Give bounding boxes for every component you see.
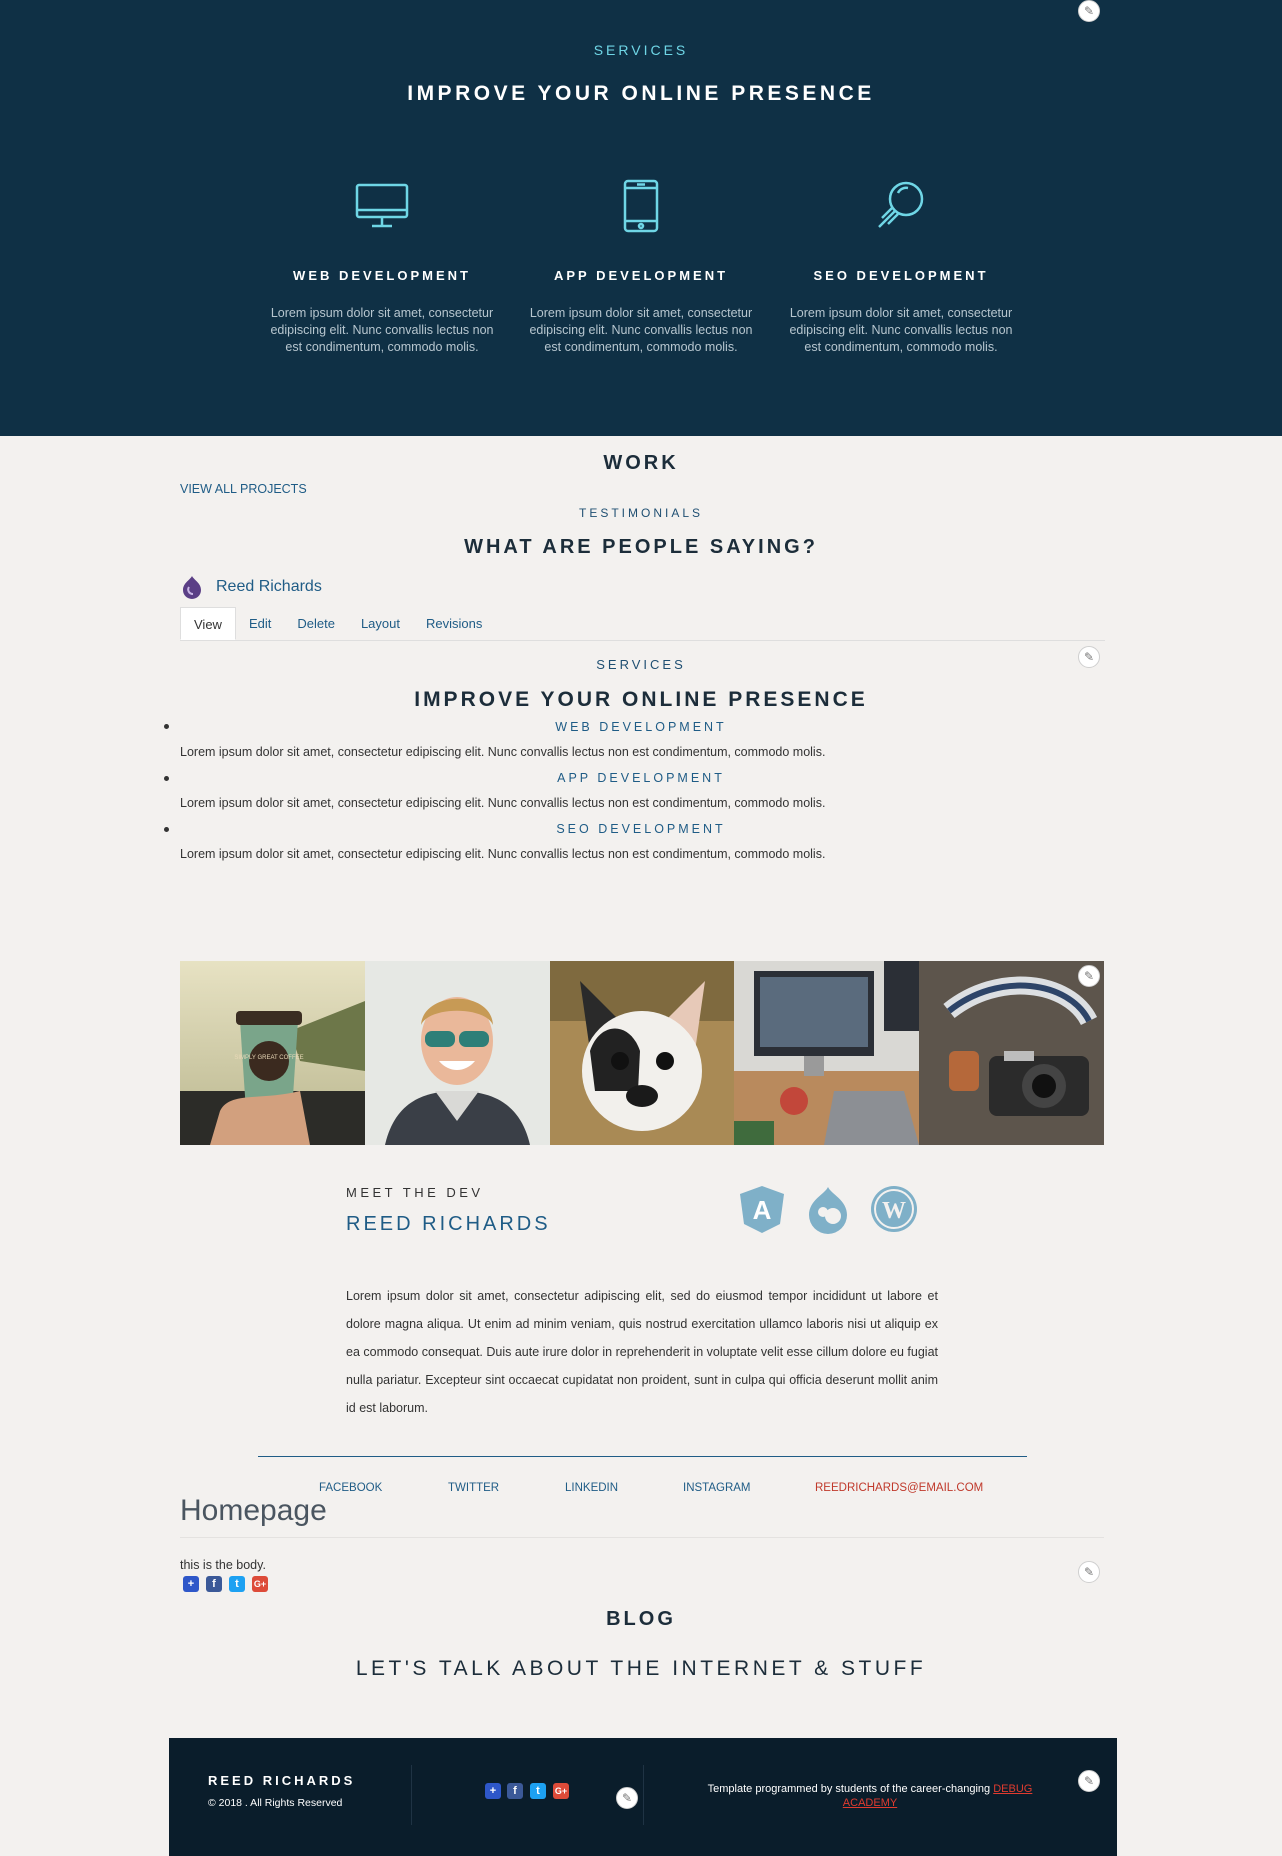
monitor-icon xyxy=(262,178,502,234)
admin-tabs: View Edit Delete Layout Revisions xyxy=(180,607,1105,641)
svg-text:A: A xyxy=(753,1195,772,1225)
services-list-headline: IMPROVE YOUR ONLINE PRESENCE xyxy=(414,688,868,711)
blog-title: BLOG xyxy=(606,1608,676,1630)
service-card-web: WEB DEVELOPMENT Lorem ipsum dolor sit am… xyxy=(262,178,502,356)
footer-credit: Template programmed by students of the c… xyxy=(680,1782,1060,1810)
linkedin-link[interactable]: LINKEDIN xyxy=(565,1482,618,1494)
meet-eyebrow: MEET THE DEV xyxy=(346,1185,484,1200)
footer-credit-text: Template programmed by students of the c… xyxy=(707,1783,991,1795)
svg-text:W: W xyxy=(882,1198,906,1224)
tab-view[interactable]: View xyxy=(180,607,236,640)
drupal-avatar-icon xyxy=(180,575,204,599)
blog-headline: LET'S TALK ABOUT THE INTERNET & STUFF xyxy=(355,1657,927,1680)
list-item-body: Lorem ipsum dolor sit amet, consectetur … xyxy=(180,796,826,810)
testimonials-eyebrow: TESTIMONIALS xyxy=(578,506,703,520)
list-item-title: WEB DEVELOPMENT xyxy=(555,720,727,734)
footer-twitter-icon[interactable]: t xyxy=(530,1783,546,1799)
coffee-cup-photo: SIMPLY GREAT COFFEE xyxy=(180,961,365,1145)
view-all-projects-link[interactable]: VIEW ALL PROJECTS xyxy=(180,482,307,496)
service-card-seo: SEO DEVELOPMENT Lorem ipsum dolor sit am… xyxy=(781,178,1021,356)
pencil-edit-icon[interactable]: ✎ xyxy=(1078,0,1100,22)
list-item-title: SEO DEVELOPMENT xyxy=(556,822,726,836)
wordpress-icon: W xyxy=(869,1184,919,1234)
work-title: WORK xyxy=(603,452,679,474)
pencil-edit-icon[interactable]: ✎ xyxy=(616,1787,638,1809)
facebook-share-icon[interactable]: f xyxy=(206,1576,222,1592)
pencil-edit-icon[interactable]: ✎ xyxy=(1078,965,1100,987)
page-title: Homepage xyxy=(180,1494,327,1527)
drupal-icon xyxy=(803,1184,853,1234)
footer-divider xyxy=(643,1765,644,1825)
service-title: APP DEVELOPMENT xyxy=(553,268,729,283)
service-description: Lorem ipsum dolor sit amet, consectetur … xyxy=(529,306,753,354)
list-item-body: Lorem ipsum dolor sit amet, consectetur … xyxy=(180,745,826,759)
share-plus-icon[interactable]: + xyxy=(183,1576,199,1592)
angular-icon: A xyxy=(737,1184,787,1234)
desk-computer-photo xyxy=(734,961,920,1145)
title-divider xyxy=(180,1537,1104,1538)
footer-google-plus-icon[interactable]: G+ xyxy=(553,1783,569,1799)
google-plus-share-icon[interactable]: G+ xyxy=(252,1576,268,1592)
pencil-edit-icon[interactable]: ✎ xyxy=(1078,1561,1100,1583)
page-body: this is the body. xyxy=(180,1558,266,1572)
list-item-title: APP DEVELOPMENT xyxy=(557,771,725,785)
gallery-strip: SIMPLY GREAT COFFEE xyxy=(180,961,1104,1145)
social-divider xyxy=(258,1456,1027,1457)
smiling-man-photo xyxy=(364,961,550,1145)
pencil-edit-icon[interactable]: ✎ xyxy=(1078,1770,1100,1792)
cup-logo-text: SIMPLY GREAT COFFEE xyxy=(234,1055,303,1061)
about-paragraph: Lorem ipsum dolor sit amet, consectetur … xyxy=(346,1289,938,1415)
camera-photo xyxy=(919,961,1104,1145)
services-eyebrow: SERVICES xyxy=(593,42,689,58)
twitter-share-icon[interactable]: t xyxy=(229,1576,245,1592)
service-description: Lorem ipsum dolor sit amet, consectetur … xyxy=(270,306,494,354)
mobile-icon xyxy=(521,178,761,234)
instagram-link[interactable]: INSTAGRAM xyxy=(683,1482,751,1494)
footer-divider xyxy=(411,1765,412,1825)
service-title: SEO DEVELOPMENT xyxy=(813,268,989,283)
puppy-photo xyxy=(549,961,735,1145)
tab-layout[interactable]: Layout xyxy=(348,607,413,640)
email-link[interactable]: REEDRICHARDS@EMAIL.COM xyxy=(815,1482,983,1494)
footer-facebook-icon[interactable]: f xyxy=(507,1783,523,1799)
author-name-link[interactable]: Reed Richards xyxy=(216,578,322,596)
tab-delete[interactable]: Delete xyxy=(284,607,348,640)
list-item-body: Lorem ipsum dolor sit amet, consectetur … xyxy=(180,847,826,861)
footer-name: REED RICHARDS xyxy=(208,1773,356,1788)
services-hero: SERVICES IMPROVE YOUR ONLINE PRESENCE WE… xyxy=(0,0,1282,436)
services-headline: IMPROVE YOUR ONLINE PRESENCE xyxy=(407,82,875,105)
service-title: WEB DEVELOPMENT xyxy=(293,268,471,283)
twitter-link[interactable]: TWITTER xyxy=(448,1482,499,1494)
tab-edit[interactable]: Edit xyxy=(236,607,284,640)
service-description: Lorem ipsum dolor sit amet, consectetur … xyxy=(789,306,1013,354)
facebook-link[interactable]: FACEBOOK xyxy=(319,1482,382,1494)
footer-copyright: © 2018 . All Rights Reserved xyxy=(208,1797,343,1809)
service-card-app: APP DEVELOPMENT Lorem ipsum dolor sit am… xyxy=(521,178,761,356)
services-list-eyebrow: SERVICES xyxy=(596,657,686,672)
testimonials-headline: WHAT ARE PEOPLE SAYING? xyxy=(464,536,818,558)
author-block: Reed Richards xyxy=(180,575,322,599)
footer-share-plus-icon[interactable]: + xyxy=(485,1783,501,1799)
meet-name: REED RICHARDS xyxy=(346,1213,551,1235)
tab-revisions[interactable]: Revisions xyxy=(413,607,495,640)
magnifier-icon xyxy=(781,178,1021,234)
